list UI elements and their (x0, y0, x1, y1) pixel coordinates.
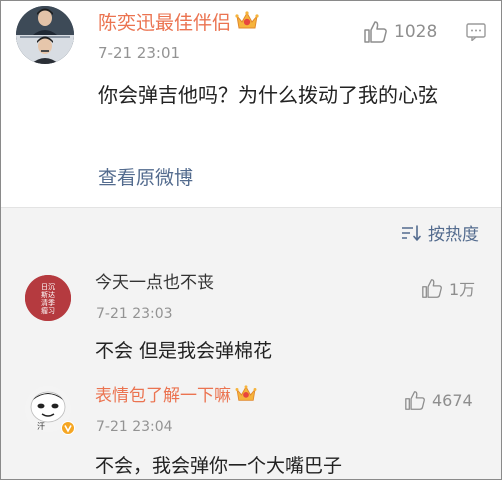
replies-section: 按热度 日沉 斯达 清季 瘤习 今天一点也不丧 7-21 23:03 1万 不会… (1, 207, 501, 479)
main-comment-text: 你会弹吉他吗？为什么拨动了我的心弦 (98, 83, 438, 107)
reply-time: 7-21 23:03 (96, 306, 173, 322)
reply-text: 不会，我会弹你一个大嘴巴子 (95, 455, 343, 477)
sort-label: 按热度 (428, 225, 479, 245)
main-username[interactable]: 陈奕迅最佳伴侣 (98, 11, 259, 37)
thumbs-up-icon (422, 278, 442, 298)
like-button[interactable]: 1028 (363, 19, 437, 45)
avatar-photo (16, 6, 74, 64)
reply-username[interactable]: 表情包了解一下嘛 (95, 385, 257, 409)
avatar[interactable] (16, 6, 74, 64)
reply-like-count: 4674 (432, 391, 473, 410)
reply-username-text[interactable]: 表情包了解一下嘛 (95, 386, 231, 406)
like-count: 1028 (394, 22, 438, 42)
avatar-text: 瘤习 (41, 306, 55, 315)
crown-badge-icon (235, 11, 259, 37)
sort-by-popularity-button[interactable]: 按热度 (401, 220, 479, 245)
avatar-text: 日沉 (41, 283, 55, 291)
avatar-caption: 汗 (37, 422, 45, 431)
reply-like-button[interactable]: 4674 (404, 390, 473, 411)
reply-like-count: 1万 (449, 280, 476, 299)
weibo-comment-screen: 陈奕迅最佳伴侣 7-21 23:01 1028 你会弹吉他吗？为什么拨动了我的心… (0, 0, 502, 480)
reply-username[interactable]: 今天一点也不丧 (95, 272, 214, 294)
more-options-icon[interactable] (466, 23, 486, 45)
verified-badge-icon (61, 420, 75, 439)
avatar-text: 清季 (41, 298, 55, 307)
reply-time: 7-21 23:04 (96, 419, 173, 435)
view-original-link[interactable]: 查看原微博 (98, 163, 193, 190)
reply-text: 不会 但是我会弹棉花 (95, 340, 273, 362)
crown-badge-icon (235, 385, 257, 409)
main-username-text[interactable]: 陈奕迅最佳伴侣 (98, 12, 231, 34)
main-comment-time: 7-21 23:01 (98, 44, 181, 62)
reply-avatar[interactable]: 日沉 斯达 清季 瘤习 (25, 275, 71, 321)
reply-like-button[interactable]: 1万 (421, 276, 475, 300)
main-comment: 陈奕迅最佳伴侣 7-21 23:01 1028 你会弹吉他吗？为什么拨动了我的心… (1, 1, 501, 207)
thumbs-up-icon (405, 391, 425, 410)
sort-icon (402, 224, 421, 241)
thumbs-up-icon (364, 21, 387, 43)
avatar-text: 斯达 (41, 290, 55, 299)
